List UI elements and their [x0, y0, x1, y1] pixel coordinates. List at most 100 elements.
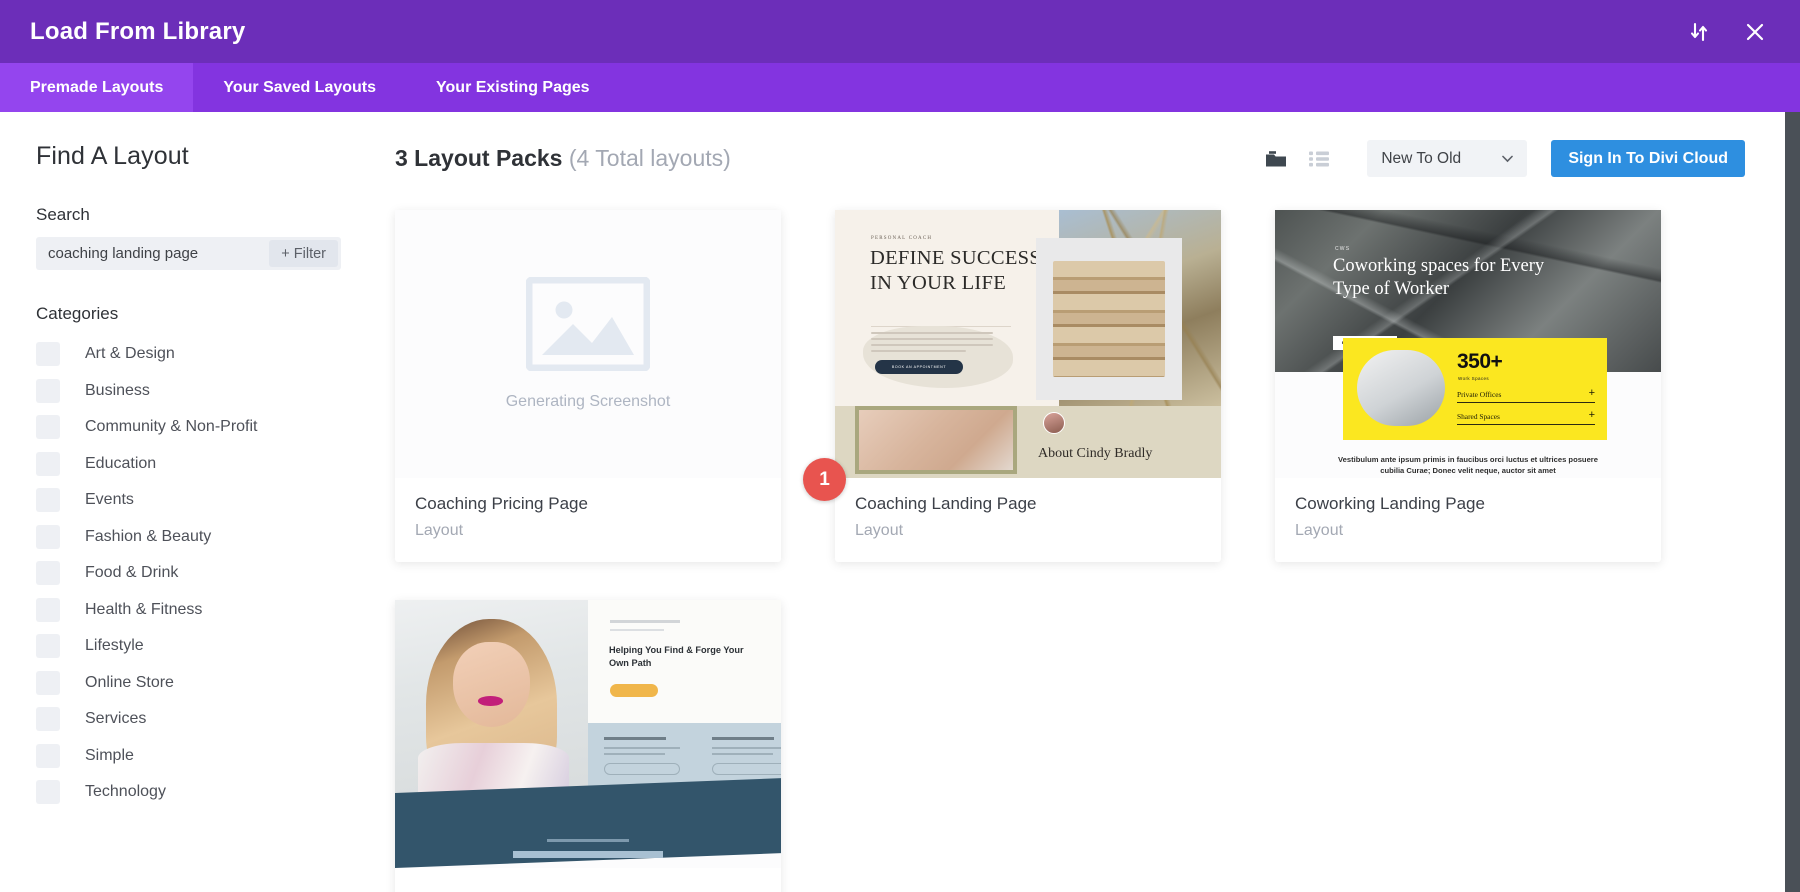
- preview-cta-label: BOOK AN APPOINTMENT: [891, 365, 947, 369]
- checkbox-icon[interactable]: [36, 634, 60, 659]
- annotation-badge-1: 1: [803, 458, 846, 501]
- category-label: Events: [85, 491, 134, 509]
- layout-thumbnail[interactable]: Generating Screenshot: [395, 210, 781, 478]
- checkbox-icon[interactable]: [36, 524, 60, 549]
- preview-dark-line-2: [513, 851, 663, 858]
- category-events[interactable]: Events: [36, 482, 395, 519]
- preview-hero-left: PERSONAL COACH DEFINE SUCCESS IN YOUR LI…: [835, 210, 1059, 406]
- layout-card-meta: Coaching Pricing Page Layout: [395, 478, 781, 562]
- category-business[interactable]: Business: [36, 373, 395, 410]
- preview-stat-row-2: Shared Spaces +: [1457, 410, 1595, 425]
- category-label: Health & Fitness: [85, 600, 203, 618]
- checkbox-icon[interactable]: [36, 415, 60, 440]
- category-education[interactable]: Education: [36, 446, 395, 483]
- category-community-non-profit[interactable]: Community & Non-Profit: [36, 409, 395, 446]
- sort-select[interactable]: New To Old: [1367, 140, 1528, 177]
- tab-your-saved-layouts[interactable]: Your Saved Layouts: [193, 63, 406, 112]
- folder-icon[interactable]: [1265, 150, 1287, 168]
- sign-in-to-divi-cloud-button[interactable]: Sign In To Divi Cloud: [1551, 140, 1745, 177]
- preview-office-photo: [1357, 350, 1445, 426]
- layout-thumbnail[interactable]: Helping You Find & Forge Your Own Path: [395, 600, 781, 868]
- checkbox-icon[interactable]: [36, 342, 60, 367]
- filter-button[interactable]: + Filter: [269, 240, 338, 267]
- preview-stat-row-1: Private Offices +: [1457, 388, 1595, 403]
- category-lifestyle[interactable]: Lifestyle: [36, 628, 395, 665]
- layout-card-meta: Coworking Landing Page Layout: [1275, 478, 1661, 562]
- category-fashion-beauty[interactable]: Fashion & Beauty: [36, 519, 395, 556]
- category-health-fitness[interactable]: Health & Fitness: [36, 592, 395, 629]
- layout-card-coaching-landing-page[interactable]: 1 PERSONAL COACH DEFINE SUCCESS IN YOUR …: [803, 210, 1221, 562]
- preview-portrait-photo: [395, 600, 588, 793]
- layout-card-coaching-portrait[interactable]: Helping You Find & Forge Your Own Path: [395, 600, 781, 892]
- checkbox-icon[interactable]: [36, 488, 60, 513]
- preview-face: [452, 642, 531, 728]
- tab-premade-layouts[interactable]: Premade Layouts: [0, 63, 194, 112]
- layout-card-meta: [395, 868, 781, 892]
- category-label: Lifestyle: [85, 637, 144, 655]
- checkbox-icon[interactable]: [36, 707, 60, 732]
- preview-hand-photo: [855, 406, 1017, 474]
- preview-row-label: Shared Spaces: [1457, 412, 1500, 421]
- preview-paragraph: Vestibulum ante ipsum primis in faucibus…: [1338, 455, 1598, 476]
- layout-thumbnail[interactable]: CWS Coworking spaces for Every Type of W…: [1275, 210, 1661, 478]
- results-toolbar: New To Old Sign In To Divi Cloud: [1265, 140, 1745, 177]
- category-label: Food & Drink: [85, 564, 179, 582]
- preview-hero-section: PERSONAL COACH DEFINE SUCCESS IN YOUR LI…: [835, 210, 1221, 406]
- preview-body-lines: [871, 332, 993, 356]
- preview-about-text: About Cindy Bradly: [1038, 446, 1153, 461]
- categories-list: Art & Design Business Community & Non-Pr…: [36, 336, 395, 811]
- total-layouts-text: (4 Total layouts): [568, 145, 731, 171]
- preview-heading: DEFINE SUCCESS IN YOUR LIFE: [870, 247, 1042, 294]
- layout-card-coworking-landing-page[interactable]: CWS Coworking spaces for Every Type of W…: [1275, 210, 1661, 562]
- category-technology[interactable]: Technology: [36, 774, 395, 811]
- layout-card-title: Coaching Landing Page: [855, 494, 1037, 513]
- category-online-store[interactable]: Online Store: [36, 665, 395, 702]
- placeholder-text: Generating Screenshot: [505, 393, 671, 410]
- category-label: Fashion & Beauty: [85, 527, 212, 545]
- list-view-icon[interactable]: [1309, 151, 1330, 167]
- tab-your-existing-pages[interactable]: Your Existing Pages: [406, 63, 620, 112]
- preview-cta-button: BOOK AN APPOINTMENT: [875, 360, 963, 374]
- sort-arrows-icon[interactable]: [1686, 19, 1712, 45]
- preview-row-label: Private Offices: [1457, 390, 1502, 399]
- preview-copy-section: Helping You Find & Forge Your Own Path: [588, 600, 781, 724]
- layout-card-coaching-pricing-page[interactable]: Generating Screenshot Coaching Pricing P…: [395, 210, 781, 562]
- preview-dress: [418, 742, 569, 793]
- sort-select-wrapper: New To Old: [1367, 140, 1528, 177]
- preview-kicker-line-2: [610, 629, 664, 631]
- category-food-drink[interactable]: Food & Drink: [36, 555, 395, 592]
- category-label: Business: [85, 381, 150, 399]
- layout-card-subtitle: Layout: [855, 522, 904, 539]
- checkbox-icon[interactable]: [36, 451, 60, 476]
- category-label: Technology: [85, 783, 166, 801]
- checkbox-icon[interactable]: [36, 597, 60, 622]
- results-header: 3 Layout Packs (4 Total layouts) New To …: [395, 140, 1785, 177]
- search-label: Search: [36, 205, 90, 224]
- categories-label: Categories: [36, 304, 119, 323]
- checkbox-icon[interactable]: [36, 378, 60, 403]
- generating-screenshot-placeholder: Generating Screenshot: [395, 210, 781, 478]
- preview-kicker-line-1: [610, 620, 680, 623]
- checkbox-icon[interactable]: [36, 561, 60, 586]
- category-label: Community & Non-Profit: [85, 418, 258, 436]
- category-label: Services: [85, 710, 147, 728]
- checkbox-icon[interactable]: [36, 743, 60, 768]
- search-box[interactable]: + Filter: [36, 237, 341, 270]
- preview-stat-label: Work Spaces: [1458, 376, 1490, 381]
- category-simple[interactable]: Simple: [36, 738, 395, 775]
- layout-pack-count: 3 Layout Packs (4 Total layouts): [395, 145, 731, 172]
- layout-thumbnail[interactable]: PERSONAL COACH DEFINE SUCCESS IN YOUR LI…: [835, 210, 1221, 478]
- vertical-scrollbar[interactable]: [1785, 112, 1800, 892]
- close-icon[interactable]: [1742, 19, 1768, 45]
- search-input[interactable]: [36, 245, 270, 262]
- tab-bar: Premade Layouts Your Saved Layouts Your …: [0, 63, 1800, 112]
- preview-stat-number: 350+: [1457, 350, 1503, 373]
- page-title: Load From Library: [30, 17, 246, 45]
- category-services[interactable]: Services: [36, 701, 395, 738]
- preview-heading: Helping You Find & Forge Your Own Path: [609, 645, 744, 669]
- checkbox-icon[interactable]: [36, 670, 60, 695]
- preview-pill-button: [604, 763, 680, 776]
- checkbox-icon[interactable]: [36, 780, 60, 805]
- category-art-design[interactable]: Art & Design: [36, 336, 395, 373]
- image-placeholder-icon: [526, 277, 650, 371]
